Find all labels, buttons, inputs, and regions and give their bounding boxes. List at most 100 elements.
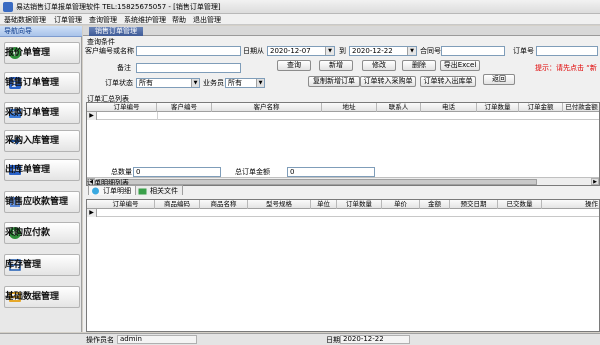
salesman-value: 所有 xyxy=(228,79,242,87)
col-address[interactable]: 地址 xyxy=(322,103,377,112)
sidebar-item-label: 采购应付款 xyxy=(5,228,51,238)
col-order-no[interactable]: 订单编号 xyxy=(97,103,157,112)
calendar-icon[interactable]: ▼ xyxy=(325,47,334,55)
to-outbound-button[interactable]: 订单转入出库单 xyxy=(420,76,476,87)
tab-sales-order[interactable]: 销售订单管理 xyxy=(89,27,143,36)
col-product-code[interactable]: 商品编码 xyxy=(155,200,200,209)
col-customer-name[interactable]: 客户名称 xyxy=(212,103,322,112)
sidebar-item-label: 库存管理 xyxy=(5,260,42,270)
salesman-select[interactable]: 所有 ▼ xyxy=(225,78,265,88)
menu-system[interactable]: 系统维护管理 xyxy=(124,15,166,25)
detail-table-header: 订单编号 商品编码 商品名称 型号规格 单位 订单数量 单价 金额 预交日期 已… xyxy=(87,200,599,209)
chevron-down-icon: ▼ xyxy=(191,79,199,87)
sidebar-item-receivable[interactable]: 销售应收款管理 xyxy=(4,191,80,213)
total-qty-field: 0 xyxy=(133,167,221,177)
sidebar-item-basic-data[interactable]: 基础数据管理 xyxy=(4,286,80,308)
edit-button[interactable]: 修改 xyxy=(362,60,396,71)
hint-text: 提示：请先点击 “新 xyxy=(535,64,597,72)
total-amount-label: 总订单金额 xyxy=(235,168,270,176)
col-phone[interactable]: 电话 xyxy=(421,103,477,112)
sidebar-item-label: 出库单管理 xyxy=(5,165,51,175)
menu-bar: 基础数据管理 订单管理 查询管理 系统维护管理 帮助 退出管理 xyxy=(0,14,600,25)
contract-label: 合同号 xyxy=(420,47,441,55)
table-row[interactable]: ▶ xyxy=(87,112,599,120)
col-unit[interactable]: 单位 xyxy=(311,200,337,209)
sidebar-item-label: 销售应收款管理 xyxy=(5,197,69,207)
remark-input[interactable] xyxy=(136,63,241,73)
tab-related-files[interactable]: 相关文件 xyxy=(135,185,183,195)
col-amount[interactable]: 金额 xyxy=(420,200,450,209)
col-spec[interactable]: 型号规格 xyxy=(248,200,311,209)
folder-icon xyxy=(138,188,147,195)
col-order-qty[interactable]: 订单数量 xyxy=(337,200,382,209)
tab-order-detail[interactable]: 订单明细 xyxy=(88,185,136,195)
sidebar-item-inventory[interactable]: 库存管理 xyxy=(4,254,80,276)
col-product-name[interactable]: 商品名称 xyxy=(200,200,248,209)
add-button[interactable]: 新增 xyxy=(319,60,353,71)
export-excel-button[interactable]: 导出Excel xyxy=(440,60,480,71)
status-select[interactable]: 所有 ▼ xyxy=(136,78,200,88)
menu-basic-data[interactable]: 基础数据管理 xyxy=(4,15,46,25)
col-delivered-qty[interactable]: 已交数量 xyxy=(498,200,542,209)
menu-exit[interactable]: 退出管理 xyxy=(193,15,221,25)
summary-hscrollbar[interactable]: ◀ ▶ xyxy=(87,177,599,185)
sidebar-item-label: 报价单管理 xyxy=(5,48,51,58)
customer-input[interactable] xyxy=(136,46,241,56)
to-purchase-button[interactable]: 订单转入采购单 xyxy=(360,76,416,87)
contract-input[interactable] xyxy=(441,46,505,56)
sidebar-item-purchase-order[interactable]: 采购订单管理 xyxy=(4,102,80,124)
sidebar: 导航向导 ¥ 报价单管理 销售订单管理 采购订单管理 采购入库管理 出库单管理 … xyxy=(0,26,82,332)
total-qty-label: 总数量 xyxy=(111,168,132,176)
scroll-right-icon[interactable]: ▶ xyxy=(591,178,599,185)
title-bar: 易达销售订单报单管理软件 TEL:15825675057 - [销售订单管理] xyxy=(0,0,600,14)
sidebar-item-payable[interactable]: ¥ 采购应付款 xyxy=(4,222,80,244)
sidebar-item-label: 采购入库管理 xyxy=(5,136,60,146)
tab-related-files-label: 相关文件 xyxy=(150,187,178,195)
copy-add-button[interactable]: 复制新增订单 xyxy=(308,76,360,87)
order-no-label: 订单号 xyxy=(513,47,534,55)
status-bar: 操作员名 admin 日期 2020-12-22 xyxy=(0,333,600,345)
nav-title: 导航向导 xyxy=(0,26,82,37)
menu-orders[interactable]: 订单管理 xyxy=(54,15,82,25)
globe-icon xyxy=(92,187,99,195)
delete-button[interactable]: 删除 xyxy=(402,60,436,71)
sidebar-item-sales-order[interactable]: 销售订单管理 xyxy=(4,72,80,94)
date-to-field[interactable]: 2020-12-22 ▼ xyxy=(349,46,417,56)
sidebar-item-label: 采购订单管理 xyxy=(5,108,60,118)
date-from-label: 日期从 xyxy=(243,47,264,55)
date-to-value: 2020-12-22 xyxy=(352,47,393,55)
table-row[interactable]: ▶ xyxy=(87,209,599,217)
row-indicator-icon: ▶ xyxy=(87,112,97,120)
calendar-icon[interactable]: ▼ xyxy=(407,47,416,55)
order-no-input[interactable] xyxy=(536,46,598,56)
col-order-no[interactable]: 订单编号 xyxy=(97,200,155,209)
summary-table-header: 订单编号 客户编号 客户名称 地址 联系人 电话 订单数量 订单金额 已付款金额 xyxy=(87,103,599,112)
col-customer-no[interactable]: 客户编号 xyxy=(157,103,212,112)
col-order-amount[interactable]: 订单金额 xyxy=(519,103,563,112)
col-unit-price[interactable]: 单价 xyxy=(382,200,420,209)
main-panel: 销售订单管理 查询条件 客户编号或名称 日期从 2020-12-07 ▼ 到 2… xyxy=(83,26,600,332)
row-indicator-icon: ▶ xyxy=(87,209,97,217)
col-operation[interactable]: 操作 xyxy=(542,200,599,209)
date-label: 日期 xyxy=(326,336,340,344)
menu-help[interactable]: 帮助 xyxy=(172,15,186,25)
sidebar-item-outbound[interactable]: 出库单管理 xyxy=(4,159,80,181)
menu-query[interactable]: 查询管理 xyxy=(89,15,117,25)
salesman-label: 业务员 xyxy=(203,79,224,87)
date-from-field[interactable]: 2020-12-07 ▼ xyxy=(267,46,335,56)
sidebar-item-quotation[interactable]: ¥ 报价单管理 xyxy=(4,42,80,64)
app-icon xyxy=(3,2,13,12)
back-button[interactable]: 返回 xyxy=(483,74,515,85)
col-due-date[interactable]: 预交日期 xyxy=(450,200,498,209)
total-amount-field: 0 xyxy=(287,167,375,177)
sidebar-item-purchase-inbound[interactable]: 采购入库管理 xyxy=(4,130,80,152)
sidebar-item-label: 基础数据管理 xyxy=(5,292,60,302)
col-paid-amount[interactable]: 已付款金额 xyxy=(563,103,599,112)
col-contact[interactable]: 联系人 xyxy=(377,103,421,112)
sidebar-item-label: 销售订单管理 xyxy=(5,78,60,88)
tab-order-detail-label: 订单明细 xyxy=(103,187,131,195)
col-order-qty[interactable]: 订单数量 xyxy=(477,103,519,112)
query-button[interactable]: 查询 xyxy=(277,60,311,71)
date-to-label: 到 xyxy=(339,47,346,55)
date-value: 2020-12-22 xyxy=(340,335,410,344)
